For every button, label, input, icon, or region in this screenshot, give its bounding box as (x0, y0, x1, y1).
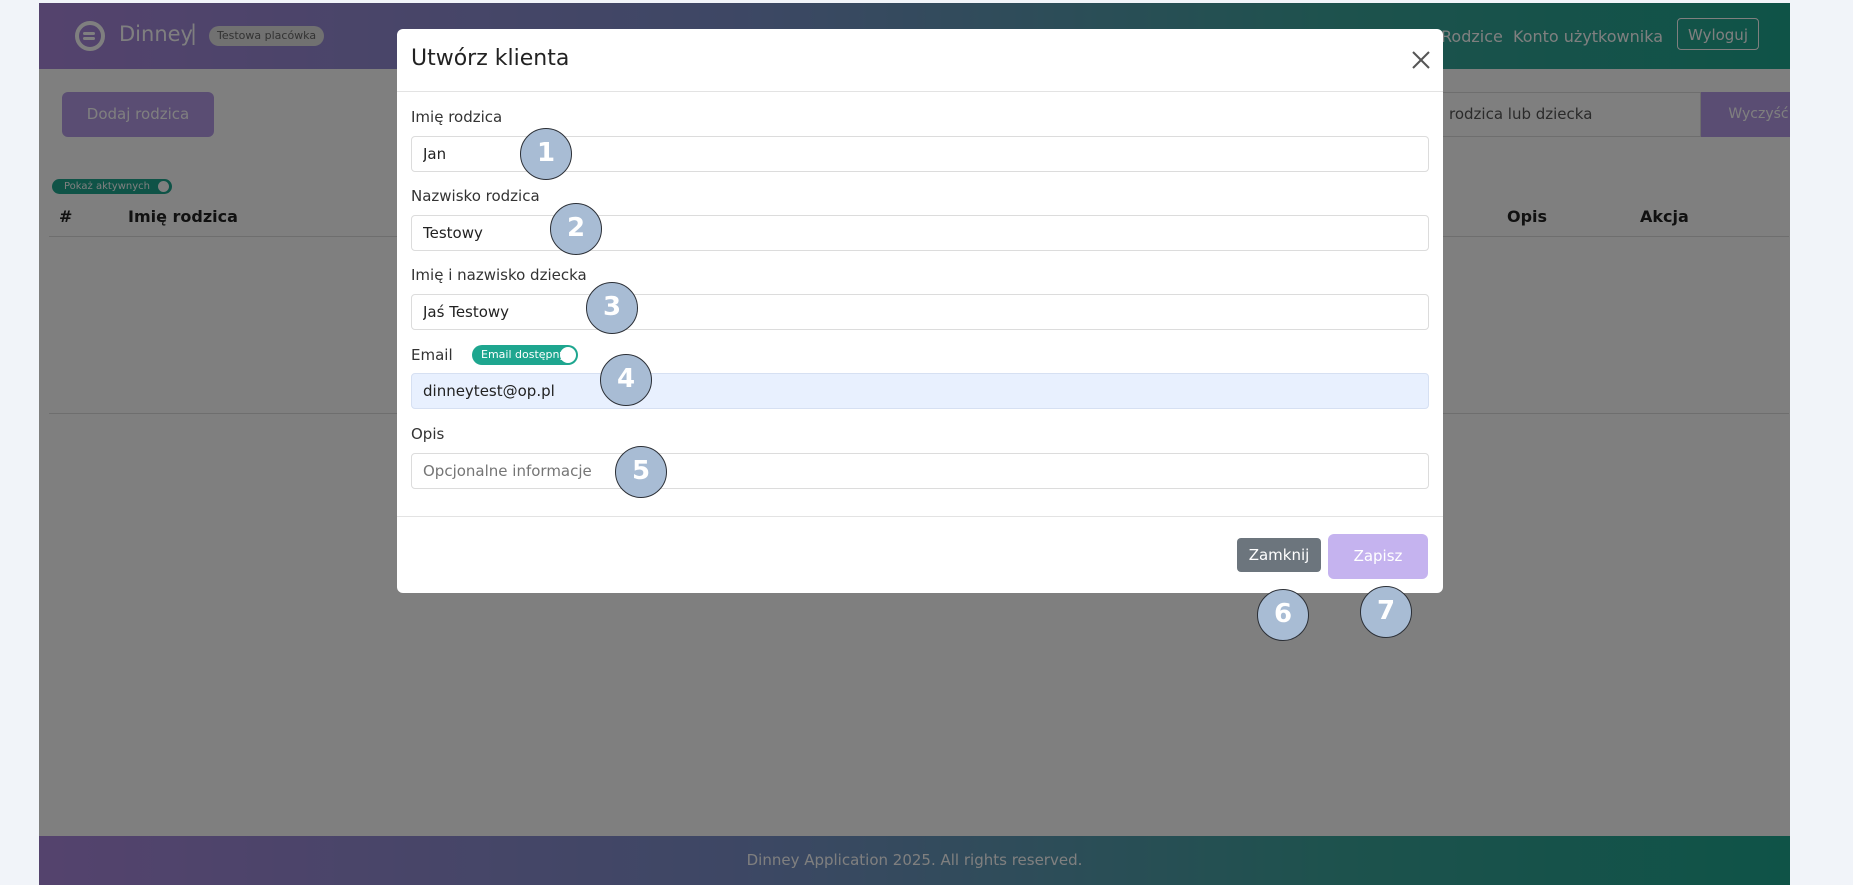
close-icon[interactable] (1410, 49, 1432, 71)
step-marker-3: 3 (586, 282, 638, 334)
modal-header-divider (397, 91, 1443, 92)
email-input[interactable] (411, 373, 1429, 409)
email-available-toggle[interactable]: Email dostępny (472, 345, 578, 365)
parent-first-name-label: Imię rodzica (411, 108, 503, 126)
step-marker-5: 5 (615, 446, 667, 498)
save-button[interactable]: Zapisz (1328, 534, 1428, 579)
parent-last-name-label: Nazwisko rodzica (411, 187, 540, 205)
email-available-toggle-label: Email dostępny (481, 348, 567, 361)
close-button[interactable]: Zamknij (1237, 538, 1321, 572)
step-marker-4: 4 (600, 354, 652, 406)
modal-title: Utwórz klienta (411, 46, 570, 71)
description-input[interactable] (411, 453, 1429, 489)
child-name-label: Imię i nazwisko dziecka (411, 266, 587, 284)
modal-footer-divider (397, 516, 1443, 517)
description-label: Opis (411, 425, 445, 443)
step-marker-2: 2 (550, 203, 602, 255)
toggle-knob (560, 347, 576, 363)
step-marker-6: 6 (1257, 589, 1309, 641)
step-marker-1: 1 (520, 128, 572, 180)
child-name-input[interactable] (411, 294, 1429, 330)
create-client-modal: Utwórz klienta Imię rodzica Nazwisko rod… (397, 29, 1443, 593)
email-label: Email (411, 346, 453, 364)
step-marker-7: 7 (1360, 586, 1412, 638)
